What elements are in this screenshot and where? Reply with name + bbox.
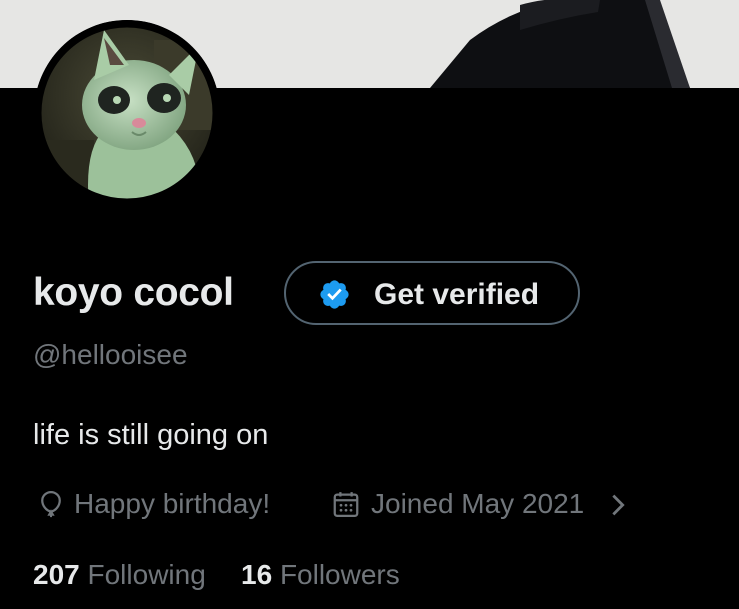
joined-text: Joined May 2021 (371, 488, 585, 519)
avatar[interactable] (34, 20, 220, 206)
following-count: 207 (33, 559, 80, 590)
calendar-icon (333, 492, 359, 517)
get-verified-label: Get verified (374, 278, 540, 311)
following-link[interactable]: 207 Following (33, 557, 206, 593)
profile-bio: life is still going on (33, 419, 269, 451)
avatar-image (34, 20, 220, 206)
followers-link[interactable]: 16 Followers (241, 557, 400, 593)
birthday-text: Happy birthday! (74, 488, 271, 519)
joined-date-item[interactable]: Joined May 2021 (331, 486, 641, 522)
followers-label: Followers (279, 559, 400, 590)
balloon-icon (41, 491, 61, 518)
verified-badge-icon (320, 280, 349, 309)
chevron-right-icon[interactable] (607, 491, 629, 519)
followers-count: 16 (241, 559, 273, 590)
profile-page: koyo cocol Get verified @hellooisee life… (0, 0, 739, 609)
user-handle: @hellooisee (33, 339, 188, 370)
display-name: koyo cocol (33, 271, 234, 314)
get-verified-button[interactable]: Get verified (284, 261, 580, 325)
birthday-item: Happy birthday! (36, 486, 306, 522)
following-label: Following (87, 559, 206, 590)
